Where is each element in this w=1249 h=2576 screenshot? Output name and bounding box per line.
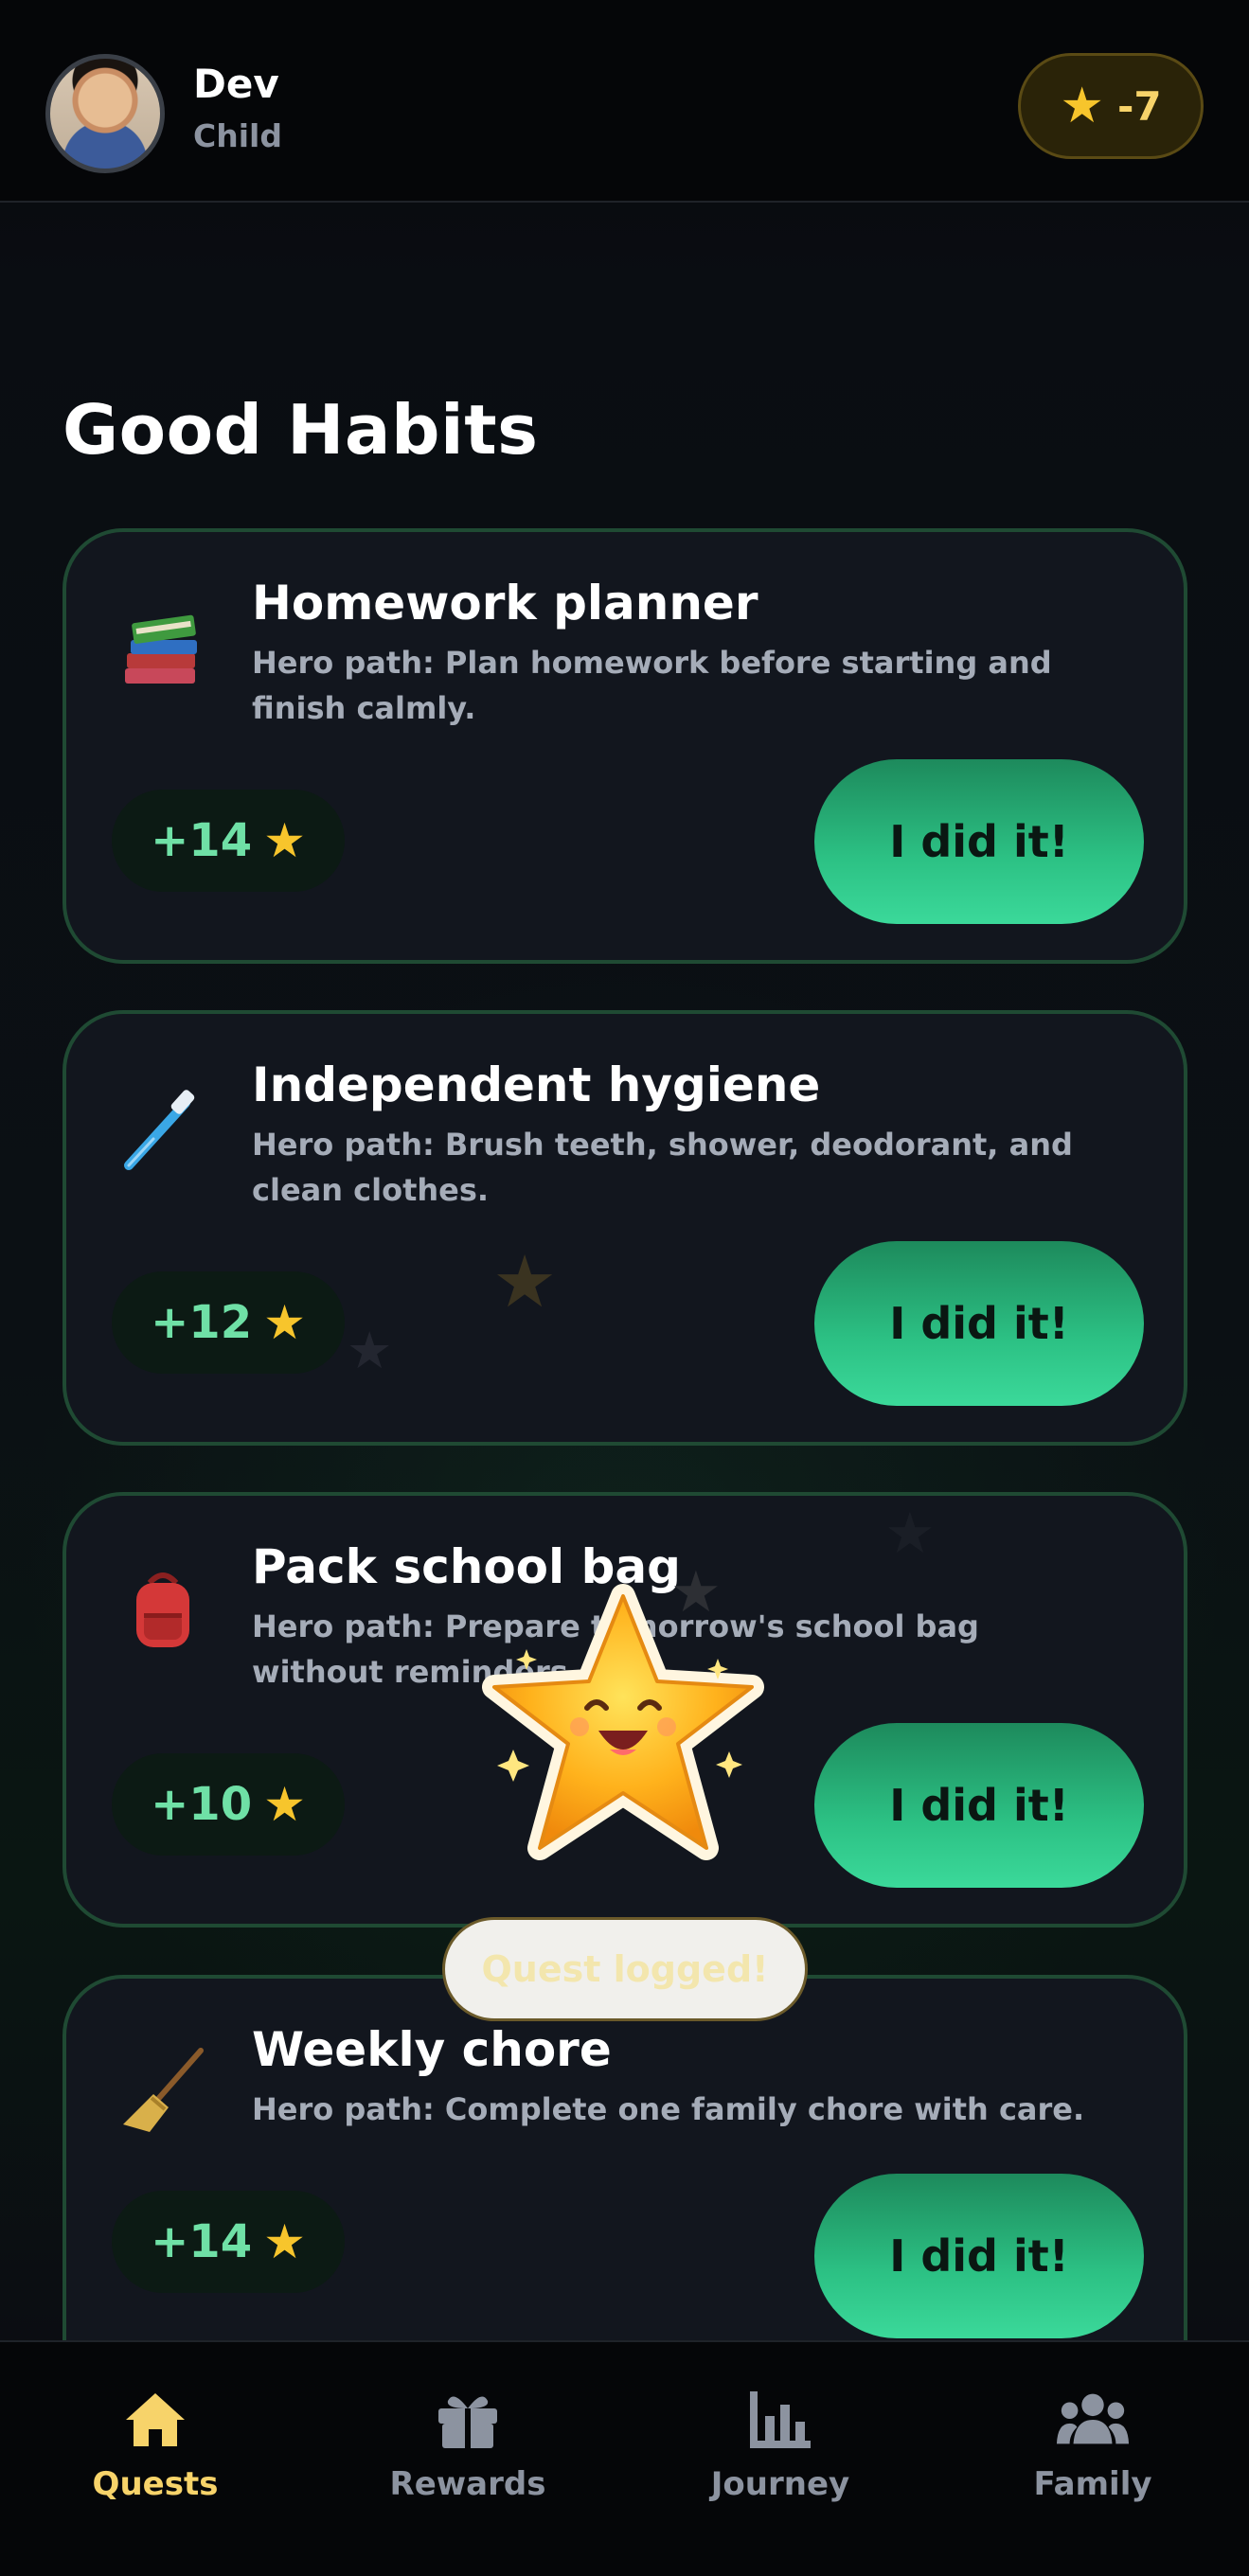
nav-label: Family [1033, 2465, 1152, 2503]
did-it-button[interactable]: I did it! [814, 1241, 1144, 1406]
faint-star-icon: ★ [884, 1501, 936, 1567]
star-icon: ★ [263, 813, 306, 868]
top-bar: Dev Child ★ -7 [0, 0, 1249, 203]
gift-icon [430, 2386, 506, 2452]
avatar[interactable] [45, 54, 165, 173]
faint-star-icon: ★ [347, 1321, 393, 1380]
star-icon: ★ [263, 2214, 306, 2269]
points-pill: +10 ★ [112, 1753, 345, 1856]
star-icon: ★ [263, 1295, 306, 1350]
habit-card: Independent hygiene Hero path: Brush tee… [62, 1010, 1187, 1446]
nav-item-family[interactable]: Family [979, 2386, 1206, 2528]
toothbrush-icon [116, 1080, 210, 1175]
user-role: Child [193, 117, 282, 154]
points-pill: +12 ★ [112, 1271, 345, 1374]
nav-item-journey[interactable]: Journey [667, 2386, 894, 2528]
bar-chart-icon [742, 2386, 818, 2452]
habit-description: Hero path: Plan homework before starting… [252, 645, 1052, 726]
star-icon: ★ [1060, 78, 1104, 134]
habit-title: Homework planner [252, 576, 758, 631]
did-it-button[interactable]: I did it! [814, 2174, 1144, 2338]
points-pill: +14 ★ [112, 2191, 345, 2293]
nav-label: Rewards [389, 2465, 546, 2503]
nav-item-quests[interactable]: Quests [42, 2386, 269, 2528]
nav-label: Quests [92, 2465, 219, 2503]
broom-icon [116, 2045, 210, 2140]
star-balance-badge[interactable]: ★ -7 [1018, 53, 1204, 159]
points-value: +14 [151, 814, 253, 867]
nav-label: Journey [710, 2465, 850, 2503]
section-title: Good Habits [62, 390, 539, 470]
did-it-button[interactable]: I did it! [814, 759, 1144, 924]
home-icon [117, 2386, 193, 2452]
habit-card: Homework planner Hero path: Plan homewor… [62, 528, 1187, 964]
points-value: +10 [151, 1778, 253, 1831]
did-it-button[interactable]: I did it! [814, 1723, 1144, 1888]
nav-item-rewards[interactable]: Rewards [354, 2386, 581, 2528]
habit-title: Weekly chore [252, 2022, 612, 2077]
points-pill: +14 ★ [112, 790, 345, 892]
people-icon [1055, 2386, 1131, 2452]
app-screen: Dev Child ★ -7 Good Habits Homework plan… [0, 0, 1249, 2576]
bottom-nav: Quests Rewards Journey Family [0, 2340, 1249, 2576]
habit-description: Hero path: Brush teeth, shower, deodoran… [252, 1127, 1073, 1208]
celebration-star-mascot [481, 1583, 765, 1876]
user-name: Dev [193, 61, 279, 107]
faint-star-icon: ★ [492, 1239, 558, 1324]
star-balance: -7 [1116, 82, 1162, 130]
habit-title: Independent hygiene [252, 1057, 821, 1112]
quest-logged-toast: Quest logged! [442, 1917, 808, 2021]
books-icon [116, 598, 210, 693]
star-icon: ★ [263, 1777, 306, 1832]
points-value: +14 [151, 2215, 253, 2268]
habit-description: Hero path: Complete one family chore wit… [252, 2091, 1085, 2127]
backpack-icon [116, 1562, 210, 1657]
points-value: +12 [151, 1296, 253, 1349]
